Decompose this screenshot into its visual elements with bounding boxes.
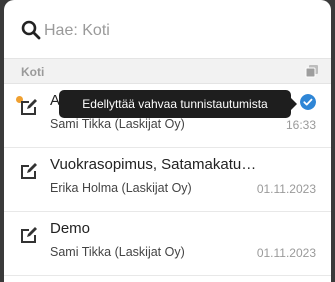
list-item-date: 16:33	[285, 118, 316, 132]
list-item-date: 01.11.2023	[256, 182, 316, 196]
list-item-sender: Sami Tikka (Laskijat Oy)	[50, 245, 185, 259]
document-list-panel: Koti Au Sami Tikka (Laskijat Oy)	[4, 0, 331, 282]
app-frame: Koti Au Sami Tikka (Laskijat Oy)	[0, 0, 335, 282]
list-item[interactable]: Vuokrasopimus, Satamakatu… Erika Holma (…	[4, 148, 331, 212]
search-icon	[21, 20, 41, 40]
tooltip-arrow	[291, 98, 297, 110]
search-input[interactable]	[44, 18, 314, 44]
stack-icon[interactable]	[305, 64, 319, 78]
list-item[interactable]: Demo Sami Tikka (Laskijat Oy) 01.11.2023	[4, 212, 331, 276]
section-header: Koti	[4, 58, 331, 84]
verified-check-icon	[300, 94, 316, 110]
strong-auth-tooltip: Edellyttää vahvaa tunnistautumista	[59, 90, 297, 118]
list-item-sender: Sami Tikka (Laskijat Oy)	[50, 117, 185, 131]
search-bar	[4, 0, 331, 58]
list-item-title: Vuokrasopimus, Satamakatu…	[50, 156, 257, 173]
list-item-title: Demo	[50, 220, 91, 237]
section-label: Koti	[21, 65, 45, 79]
list-item-date: 01.11.2023	[256, 246, 316, 260]
tooltip-text: Edellyttää vahvaa tunnistautumista	[82, 97, 268, 111]
edit-icon	[21, 227, 37, 243]
list-item-sender: Erika Holma (Laskijat Oy)	[50, 181, 192, 195]
edit-icon	[21, 99, 37, 115]
edit-icon	[21, 163, 37, 179]
